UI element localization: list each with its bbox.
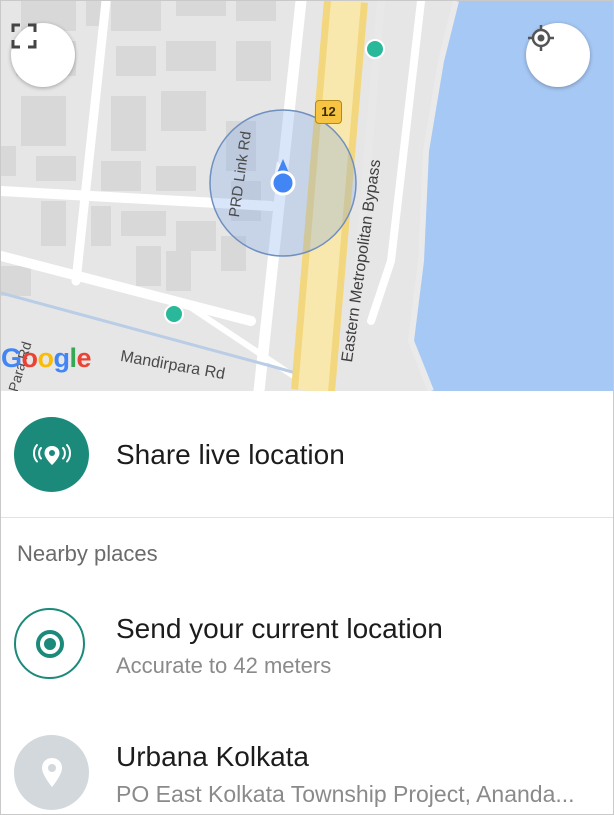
place-title: Urbana Kolkata (116, 741, 310, 772)
current-location-accuracy: Accurate to 42 meters (116, 653, 332, 678)
current-location-title: Send your current location (116, 613, 443, 644)
share-live-location-label: Share live location (116, 439, 345, 470)
fullscreen-button[interactable] (11, 23, 75, 87)
google-logo-letter: g (53, 343, 71, 373)
route-shield: 12 (315, 100, 342, 124)
current-location-ring (35, 629, 64, 658)
current-location-icon (14, 608, 85, 679)
place-address: PO East Kolkata Township Project, Ananda… (116, 781, 575, 807)
google-logo-letter: e (76, 343, 92, 373)
send-current-location-row[interactable]: Send your current location Accurate to 4… (1, 591, 613, 711)
location-picker-screen: 12 PRD Link Rd Eastern Metropolitan Bypa… (0, 0, 614, 815)
live-location-icon (14, 417, 89, 492)
nearby-place-item[interactable]: Urbana Kolkata PO East Kolkata Township … (1, 721, 613, 814)
my-location-button[interactable] (526, 23, 590, 87)
map-canvas (1, 1, 613, 391)
current-location-dot (43, 637, 56, 650)
place-pin-icon (14, 735, 89, 810)
google-logo-letter: l (69, 343, 78, 373)
google-logo-letter: o (37, 343, 55, 373)
map-view[interactable]: 12 PRD Link Rd Eastern Metropolitan Bypa… (1, 1, 613, 391)
share-live-location-row[interactable]: Share live location (1, 391, 613, 518)
google-logo-letter: G (1, 343, 22, 373)
google-logo: Google (1, 343, 92, 374)
google-logo-letter: o (21, 343, 39, 373)
nearby-places-header: Nearby places (17, 541, 158, 566)
